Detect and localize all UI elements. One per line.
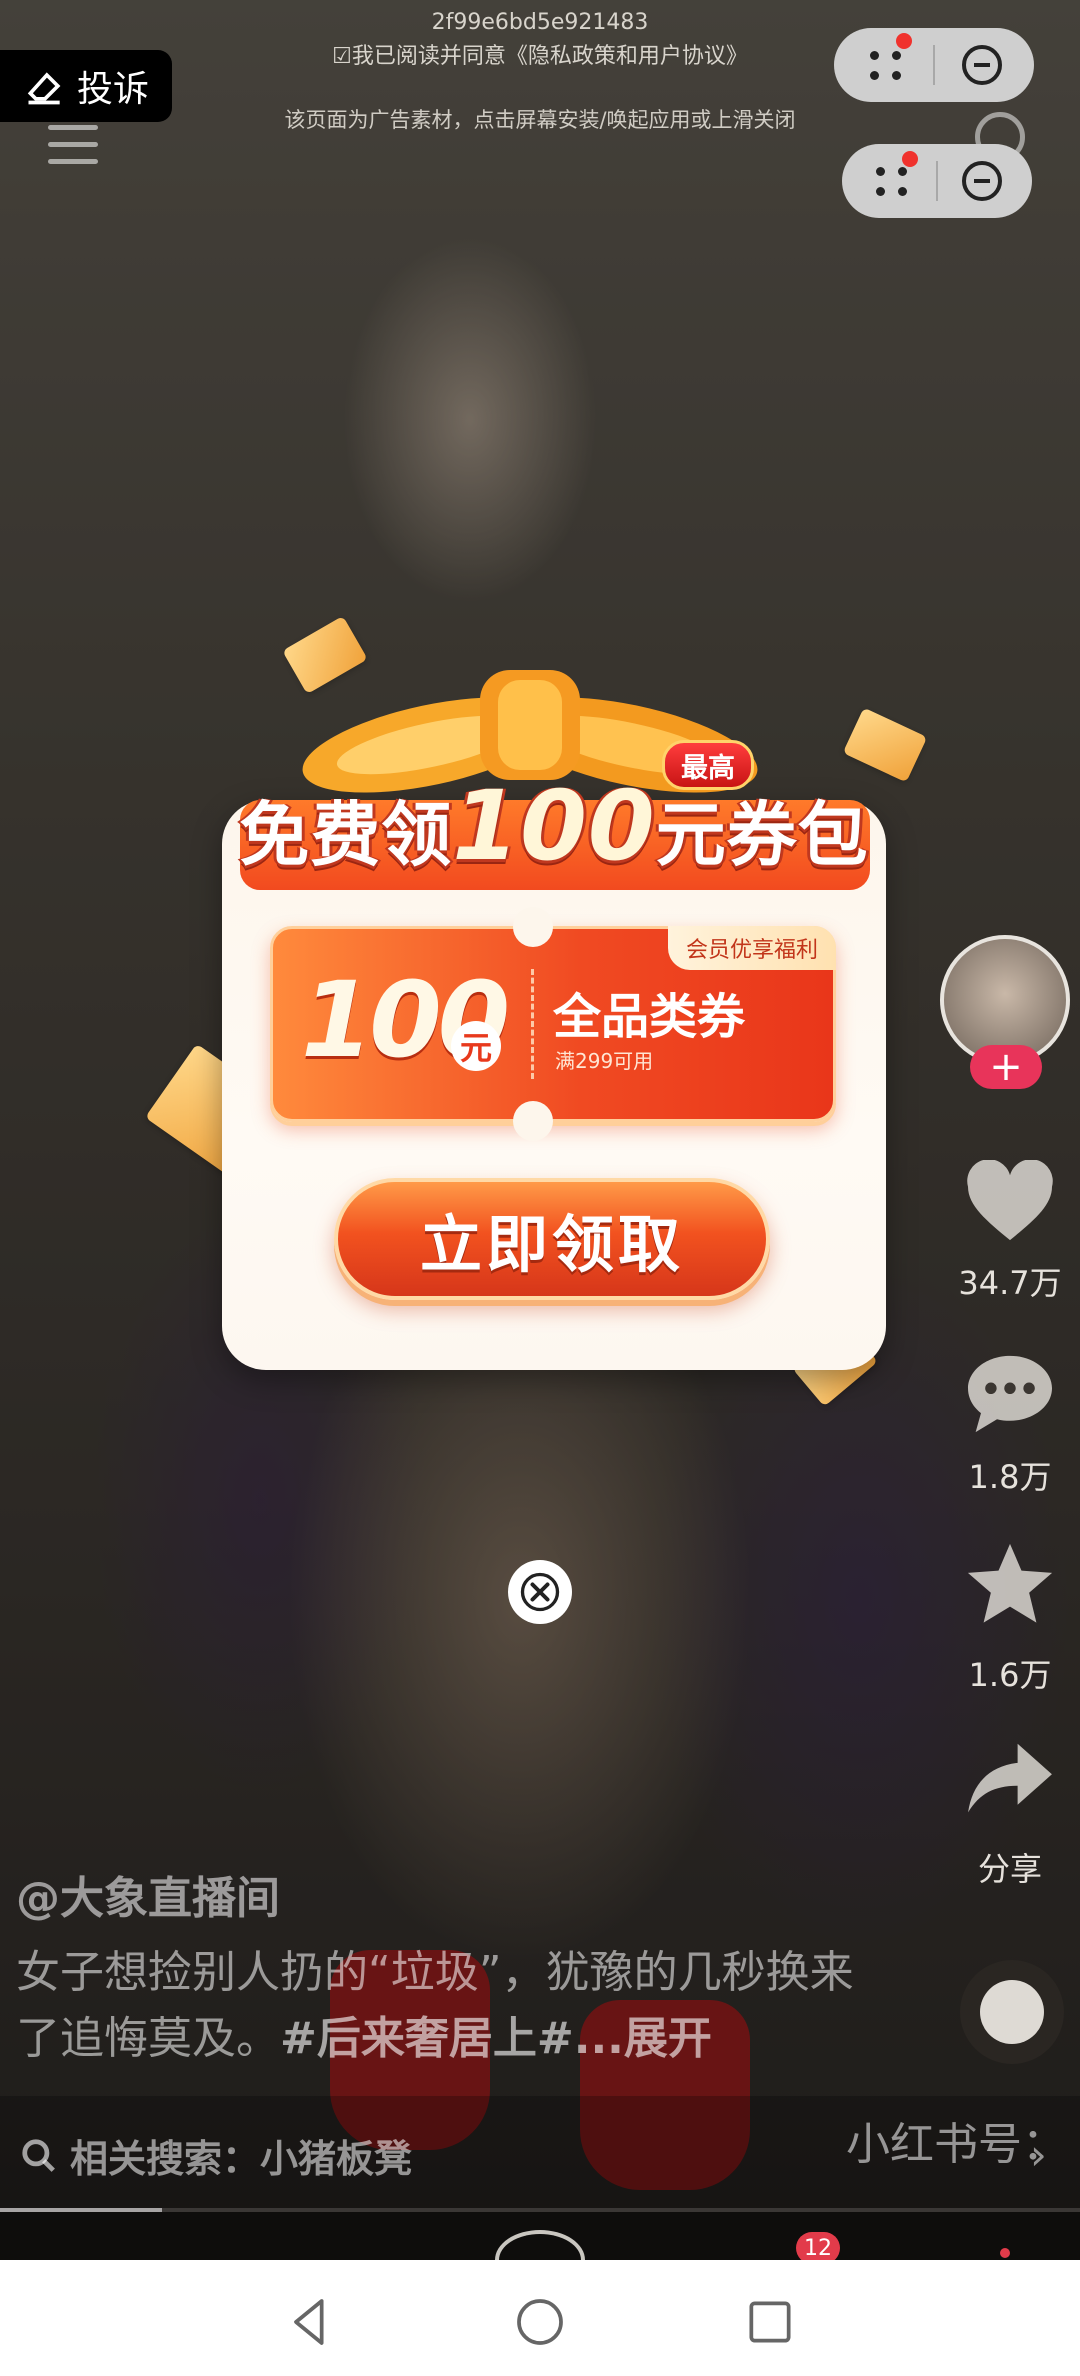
nav-recents-button[interactable] [742, 2294, 798, 2350]
popup-title: 免费领100元券包 [222, 770, 886, 882]
favorite-star-icon[interactable] [955, 1540, 1065, 1628]
follow-button[interactable]: + [970, 1045, 1042, 1089]
like-icon[interactable] [955, 1160, 1065, 1244]
coupon-divider [531, 969, 534, 1079]
share-label: 分享 [977, 1850, 1042, 1888]
like-count: 34.7万 [958, 1264, 1062, 1302]
capsule-separator [936, 161, 938, 201]
home-circle-icon [517, 2299, 563, 2345]
mini-program-capsule-secondary[interactable] [842, 144, 1032, 218]
coupon-card[interactable]: 100 元 全品类券 满299可用 会员优享福利 [270, 907, 836, 1141]
more-dots-icon[interactable] [872, 151, 918, 201]
back-triangle-icon [294, 2299, 324, 2345]
mini-program-capsule[interactable] [834, 28, 1034, 102]
claim-now-button[interactable]: 立即领取 [334, 1178, 770, 1300]
search-icon [22, 2138, 55, 2172]
ad-screen[interactable]: 投诉 2f99e6bd5e921483 ☑我已阅读并同意《隐私政策和用户协议》 … [0, 0, 1080, 2376]
menu-icon[interactable] [48, 125, 98, 165]
member-tag: 会员优享福利 [667, 926, 836, 970]
recents-square-icon [749, 2301, 791, 2343]
close-popup-button[interactable] [508, 1560, 572, 1624]
notification-dot [1000, 2248, 1010, 2258]
chevron-right-icon[interactable]: › [1030, 2130, 1047, 2179]
close-icon [520, 1572, 560, 1612]
coupon-notch [513, 907, 553, 947]
comment-icon[interactable] [955, 1352, 1065, 1436]
related-search[interactable]: 相关搜索：小猪板凳 [20, 2128, 412, 2183]
hashtag-link[interactable]: #后来奢居上#...展开 [280, 2013, 712, 2064]
video-description[interactable]: 女子想捡别人扔的“垃圾”，犹豫的几秒换来了追悔莫及。#后来奢居上#...展开 [16, 1940, 896, 2072]
more-dots-icon[interactable] [866, 33, 912, 85]
capsule-separator [932, 45, 935, 85]
title-suffix: 元券包 [655, 794, 869, 876]
minimize-icon[interactable] [962, 45, 1003, 85]
coupon-condition: 满299可用 [555, 1049, 654, 1073]
related-search-text: 相关搜索：小猪板凳 [70, 2137, 413, 2181]
music-disc-icon[interactable] [960, 1960, 1064, 2064]
ad-note-text: 该页面为广告素材，点击屏幕安装/唤起应用或上滑关闭 [284, 108, 796, 132]
share-icon[interactable] [955, 1740, 1065, 1820]
coupon-label: 全品类券 [553, 989, 746, 1045]
title-amount: 100 [452, 770, 656, 882]
nav-home-button[interactable] [512, 2294, 568, 2350]
coupon-unit: 元 [451, 1021, 501, 1071]
title-prefix: 免费领 [239, 794, 453, 876]
comment-count: 1.8万 [968, 1458, 1052, 1496]
favorite-count: 1.6万 [968, 1656, 1052, 1694]
minimize-icon[interactable] [962, 161, 1002, 201]
coupon-notch [513, 1101, 553, 1141]
nav-back-button[interactable] [282, 2294, 338, 2350]
eraser-icon [27, 72, 61, 105]
author-name[interactable]: @大象直播间 [16, 1862, 280, 1926]
